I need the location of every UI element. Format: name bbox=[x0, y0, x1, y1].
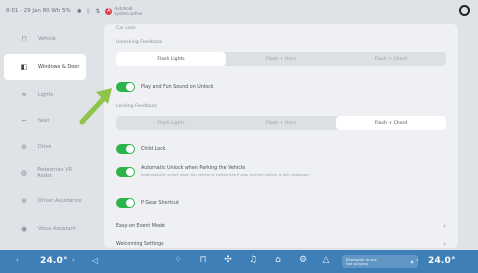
section-label-unlocking-feedback: Unlocking Feedback bbox=[116, 40, 162, 45]
child-lock-toggle[interactable] bbox=[116, 144, 135, 154]
lock-option-flash-chord[interactable]: Flash + Chord bbox=[336, 116, 446, 130]
seat-icon: ⌐ bbox=[21, 117, 27, 125]
sidebar-item-drive[interactable]: ⊛ Drive bbox=[4, 134, 86, 160]
lock-option-flash-horn[interactable]: Flash + Horn bbox=[226, 116, 336, 130]
play-fun-sound-label: Play and Fun Sound on Unlock bbox=[141, 84, 214, 90]
sidebar-item-voice-assistant[interactable]: ◉ Voice Assistant bbox=[4, 216, 86, 242]
sidebar-item-label: Windows & Door bbox=[38, 64, 80, 70]
sidebar-item-windows-door[interactable]: ◧ Windows & Door bbox=[4, 54, 86, 80]
media-widget[interactable]: Bluetooth music Not playing ▶ bbox=[342, 255, 418, 268]
autohold-indicator: A Autohold system active bbox=[105, 6, 142, 16]
section-label-locking-feedback: Locking Feedback bbox=[116, 104, 157, 109]
annotation-arrow-icon bbox=[79, 88, 112, 125]
auto-unlock-description: Automatically unlock when the vehicle is… bbox=[141, 173, 310, 177]
bottom-bar: ‹ 24.0° › ◁ ⁘ ⊓ ✣ ♫ ⌂ ⚙ △ Bluetooth musi… bbox=[0, 250, 478, 273]
sidebar-item-label: Voice Assistant bbox=[38, 226, 76, 232]
chevron-right-icon: › bbox=[443, 240, 446, 248]
autohold-icon: A bbox=[105, 7, 113, 15]
unlock-option-flash-horn[interactable]: Flash + Horn bbox=[226, 52, 336, 66]
assist-icon: ◍ bbox=[20, 169, 27, 177]
sidebar-item-label: Drive bbox=[38, 144, 52, 150]
status-bar: 8:01 · 29 Jan 80 Wh 5% ✱ ᛒ ⇅ A Autohold … bbox=[0, 0, 478, 22]
unlock-option-flash-chord[interactable]: Flash + Chord bbox=[336, 52, 446, 66]
settings-panel: Car Lock Unlocking Feedback Flash Lights… bbox=[104, 24, 458, 248]
sidebar-item-label: Pedestrian VR Assist bbox=[37, 167, 73, 179]
media-status: Not playing bbox=[346, 260, 368, 266]
section-label-car-lock: Car Lock bbox=[116, 26, 136, 31]
shield-icon: ⊕ bbox=[21, 197, 27, 205]
apps-icon[interactable]: ⁘ bbox=[172, 255, 184, 265]
sidebar-item-pedestrian-assist[interactable]: ◍ Pedestrian VR Assist bbox=[4, 160, 86, 186]
sidebar-item-driver-assistance[interactable]: ⊕ Driver Assistance bbox=[4, 188, 86, 214]
car-icon[interactable]: ⊓ bbox=[197, 255, 209, 265]
lock-option-flash-lights[interactable]: Flash Lights bbox=[116, 116, 226, 130]
unlock-option-flash-lights[interactable]: Flash Lights bbox=[116, 52, 226, 66]
settings-icon[interactable]: ⚙ bbox=[297, 255, 309, 265]
sidebar-item-vehicle[interactable]: ⊓ Vehicle bbox=[4, 26, 86, 52]
fan-icon[interactable]: ✣ bbox=[222, 255, 234, 265]
chevron-left-icon[interactable]: ‹ bbox=[16, 256, 19, 264]
sidebar-item-label: Seat bbox=[38, 118, 50, 124]
music-icon[interactable]: ♫ bbox=[247, 255, 259, 265]
home-icon[interactable]: ⌂ bbox=[272, 255, 284, 265]
chevron-left-icon[interactable]: ‹ bbox=[416, 256, 419, 264]
signal-icon: ✱ bbox=[76, 7, 82, 15]
navigation-icon[interactable]: △ bbox=[320, 255, 332, 265]
auto-unlock-toggle[interactable] bbox=[116, 166, 135, 177]
right-temperature[interactable]: 24.0° bbox=[428, 256, 456, 266]
welcoming-settings-label: Welcoming Settings bbox=[116, 241, 164, 247]
play-fun-sound-row: Play and Fun Sound on Unlock bbox=[116, 82, 214, 92]
car-icon: ⊓ bbox=[21, 35, 27, 43]
welcoming-settings-row[interactable]: Welcoming Settings › bbox=[116, 236, 446, 248]
unlocking-feedback-selector: Flash Lights Flash + Horn Flash + Chord bbox=[116, 52, 446, 66]
play-fun-sound-toggle[interactable] bbox=[116, 82, 135, 92]
chevron-right-icon: › bbox=[443, 222, 446, 230]
sidebar-item-label: Lights bbox=[38, 92, 54, 98]
sidebar-item-label: Driver Assistance bbox=[38, 198, 82, 204]
sidebar-item-seat[interactable]: ⌐ Seat bbox=[4, 108, 86, 134]
child-lock-row: Child Lock bbox=[116, 144, 166, 154]
bluetooth-icon: ᛒ bbox=[86, 7, 91, 15]
profile-icon[interactable] bbox=[459, 5, 470, 16]
sidebar: ⊓ Vehicle ◧ Windows & Door ☀ Lights ⌐ Se… bbox=[0, 24, 92, 248]
chevron-right-icon[interactable]: › bbox=[72, 256, 75, 264]
play-icon[interactable]: ▶ bbox=[411, 259, 414, 264]
easy-entry-row[interactable]: Easy-on Event Mode › bbox=[116, 218, 446, 234]
sidebar-item-label: Vehicle bbox=[38, 36, 56, 42]
steering-icon: ⊛ bbox=[21, 143, 27, 151]
auto-unlock-label: Automatic Unlock when Parking the Vehicl… bbox=[141, 166, 246, 171]
p-gear-shortcut-row: P Gear Shortcut bbox=[116, 198, 179, 208]
voice-icon: ◉ bbox=[20, 225, 28, 233]
network-icon: ⇅ bbox=[95, 7, 101, 15]
locking-feedback-selector: Flash Lights Flash + Horn Flash + Chord bbox=[116, 116, 446, 130]
status-time: 8:01 · 29 Jan 80 Wh 5% bbox=[6, 8, 71, 14]
sidebar-item-lights[interactable]: ☀ Lights bbox=[4, 82, 86, 108]
volume-icon[interactable]: ◁ bbox=[92, 256, 98, 265]
child-lock-label: Child Lock bbox=[141, 146, 166, 152]
autohold-sublabel: system active bbox=[114, 11, 143, 16]
light-icon: ☀ bbox=[20, 91, 28, 99]
door-icon: ◧ bbox=[20, 63, 28, 71]
auto-unlock-row: Automatic Unlock when Parking the Vehicl… bbox=[116, 166, 310, 177]
p-gear-shortcut-label: P Gear Shortcut bbox=[141, 200, 179, 206]
easy-entry-label: Easy-on Event Mode bbox=[116, 223, 165, 229]
p-gear-shortcut-toggle[interactable] bbox=[116, 198, 135, 208]
left-temperature[interactable]: 24.0° bbox=[40, 256, 68, 266]
